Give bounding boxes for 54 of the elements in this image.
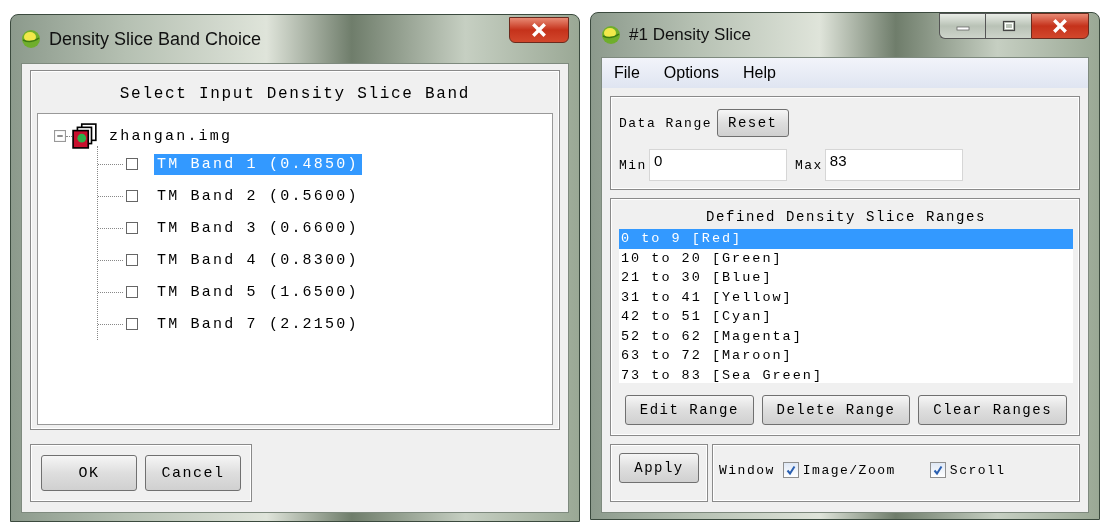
maximize-icon [1001, 20, 1016, 32]
menu-item[interactable]: Help [742, 64, 776, 82]
tree-item[interactable]: TM Band 5 (1.6500) [154, 281, 362, 303]
close-button[interactable] [1031, 13, 1089, 39]
field-label: Window [719, 462, 775, 478]
list-item[interactable]: 42 to 51 [Cyan] [619, 307, 1073, 327]
close-button[interactable] [509, 17, 569, 43]
heading: Select Input Density Slice Band [118, 84, 472, 105]
reset-button[interactable]: Reset [717, 109, 789, 137]
checkbox[interactable] [126, 190, 138, 202]
tree-item[interactable]: TM Band 4 (0.8300) [154, 249, 362, 271]
minimize-button[interactable] [939, 13, 985, 39]
checkbox[interactable] [126, 286, 138, 298]
checkbox[interactable] [126, 254, 138, 266]
image-stack-icon [72, 123, 98, 149]
dialog-button[interactable]: OK [41, 455, 137, 491]
list-item[interactable]: 31 to 41 [Yellow] [619, 287, 1073, 307]
apply-button[interactable]: Apply [619, 453, 699, 483]
menu-item[interactable]: File [614, 64, 640, 82]
range-button[interactable]: Delete Range [761, 395, 911, 425]
checkbox[interactable] [126, 318, 138, 330]
list-item[interactable]: 63 to 72 [Maroon] [619, 346, 1073, 366]
list-item[interactable]: 73 to 83 [Sea Green] [619, 365, 1073, 385]
input-field[interactable]: 0 [648, 149, 787, 181]
field-label: Data Range [619, 115, 712, 131]
checkbox-label: Image/Zoom [802, 462, 896, 478]
globe-icon [21, 29, 41, 49]
menu-item[interactable]: Options [663, 64, 719, 82]
checkbox[interactable] [929, 462, 946, 478]
list-item[interactable]: 21 to 30 [Blue] [619, 268, 1073, 288]
tree-item[interactable]: TM Band 2 (0.5600) [154, 185, 362, 207]
checkbox[interactable] [126, 222, 138, 234]
close-icon [1052, 19, 1068, 33]
checkbox-label: Scroll [949, 462, 1006, 478]
list-item[interactable]: 10 to 20 [Green] [619, 248, 1073, 268]
collapse-icon[interactable] [54, 130, 66, 142]
range-button[interactable]: Clear Ranges [918, 395, 1067, 425]
field-label: Max [794, 157, 823, 173]
window-title: #1 Density Slice [629, 25, 751, 45]
checkbox[interactable] [126, 158, 138, 170]
tree-item[interactable]: TM Band 7 (2.2150) [154, 313, 362, 335]
dialog-button[interactable]: Cancel [145, 455, 241, 491]
checkbox[interactable] [782, 462, 799, 478]
input-field[interactable]: 83 [824, 149, 963, 181]
maximize-button[interactable] [985, 13, 1031, 39]
list-item[interactable]: 52 to 62 [Magenta] [619, 326, 1073, 346]
tree-item[interactable]: TM Band 3 (0.6600) [154, 217, 362, 239]
range-button[interactable]: Edit Range [625, 395, 754, 425]
heading: Defined Density Slice Ranges [704, 208, 987, 227]
globe-icon [601, 25, 621, 45]
tree-item[interactable]: zhangan.img [106, 125, 236, 147]
field-label: Min [619, 157, 647, 173]
close-icon [531, 23, 547, 37]
window-title: Density Slice Band Choice [49, 28, 262, 50]
